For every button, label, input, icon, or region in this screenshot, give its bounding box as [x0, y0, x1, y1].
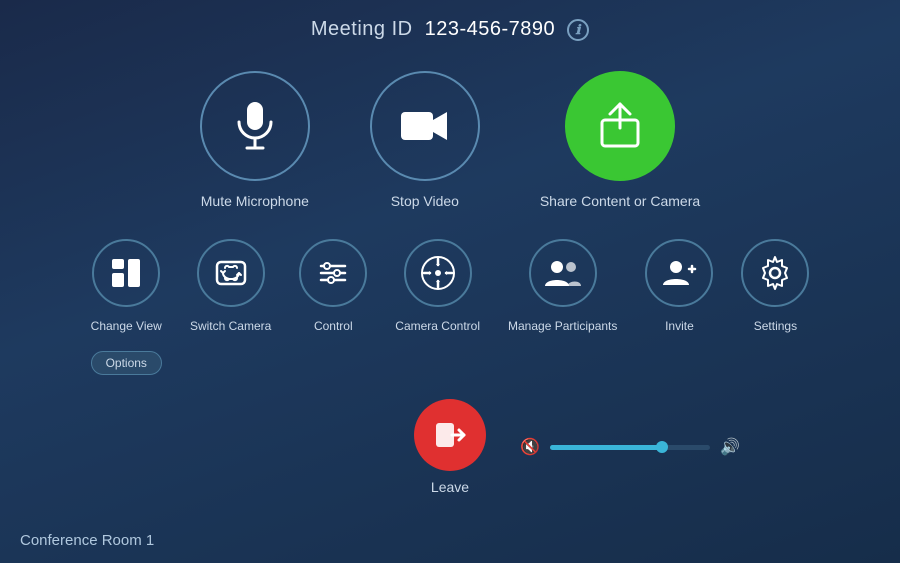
video-label: Stop Video: [391, 193, 459, 209]
volume-slider[interactable]: [550, 445, 710, 450]
mute-circle[interactable]: [200, 71, 310, 181]
control-circle[interactable]: [299, 239, 367, 307]
manage-circle[interactable]: [529, 239, 597, 307]
share-circle[interactable]: [565, 71, 675, 181]
info-icon[interactable]: ℹ: [567, 19, 589, 41]
volume-thumb[interactable]: [656, 441, 668, 453]
meeting-id-value: 123-456-7890: [425, 18, 556, 41]
conference-name: Conference Room 1: [20, 532, 154, 549]
secondary-buttons-row: Change View Options Switch Camera: [0, 239, 900, 375]
control-button[interactable]: Control: [299, 239, 367, 333]
main-buttons-row: Mute Microphone Stop Video Share Content…: [0, 71, 900, 209]
invite-circle[interactable]: [645, 239, 713, 307]
volume-high-icon: 🔊: [720, 437, 740, 457]
manage-label: Manage Participants: [508, 319, 617, 333]
options-button[interactable]: Options: [91, 351, 162, 375]
settings-label: Settings: [754, 319, 797, 333]
invite-button[interactable]: Invite: [645, 239, 713, 333]
leave-circle[interactable]: [414, 399, 486, 471]
control-label: Control: [314, 319, 353, 333]
share-button[interactable]: Share Content or Camera: [540, 71, 700, 209]
volume-fill: [550, 445, 662, 450]
share-label: Share Content or Camera: [540, 193, 700, 209]
camera-control-label: Camera Control: [395, 319, 480, 333]
manage-participants-button[interactable]: Manage Participants: [508, 239, 617, 333]
volume-low-icon: 🔇: [520, 437, 540, 457]
leave-button-wrap[interactable]: Leave: [414, 399, 486, 495]
header: Meeting ID 123-456-7890 ℹ: [0, 0, 900, 41]
change-view-label: Change View: [91, 319, 162, 333]
stop-video-button[interactable]: Stop Video: [370, 71, 480, 209]
settings-button[interactable]: Settings: [741, 239, 809, 333]
mute-label: Mute Microphone: [201, 193, 309, 209]
leave-label: Leave: [431, 479, 469, 495]
switch-camera-button[interactable]: Switch Camera: [190, 239, 271, 333]
settings-circle[interactable]: [741, 239, 809, 307]
camera-control-button[interactable]: Camera Control: [395, 239, 480, 333]
meeting-id-label: Meeting ID: [311, 18, 413, 41]
switch-camera-label: Switch Camera: [190, 319, 271, 333]
change-view-circle[interactable]: [92, 239, 160, 307]
video-circle[interactable]: [370, 71, 480, 181]
volume-control: 🔇 🔊: [520, 437, 740, 457]
bottom-row: Leave 🔇 🔊: [0, 399, 900, 495]
mute-microphone-button[interactable]: Mute Microphone: [200, 71, 310, 209]
invite-label: Invite: [665, 319, 694, 333]
camera-control-circle[interactable]: [404, 239, 472, 307]
change-view-button[interactable]: Change View Options: [91, 239, 162, 375]
switch-camera-circle[interactable]: [197, 239, 265, 307]
